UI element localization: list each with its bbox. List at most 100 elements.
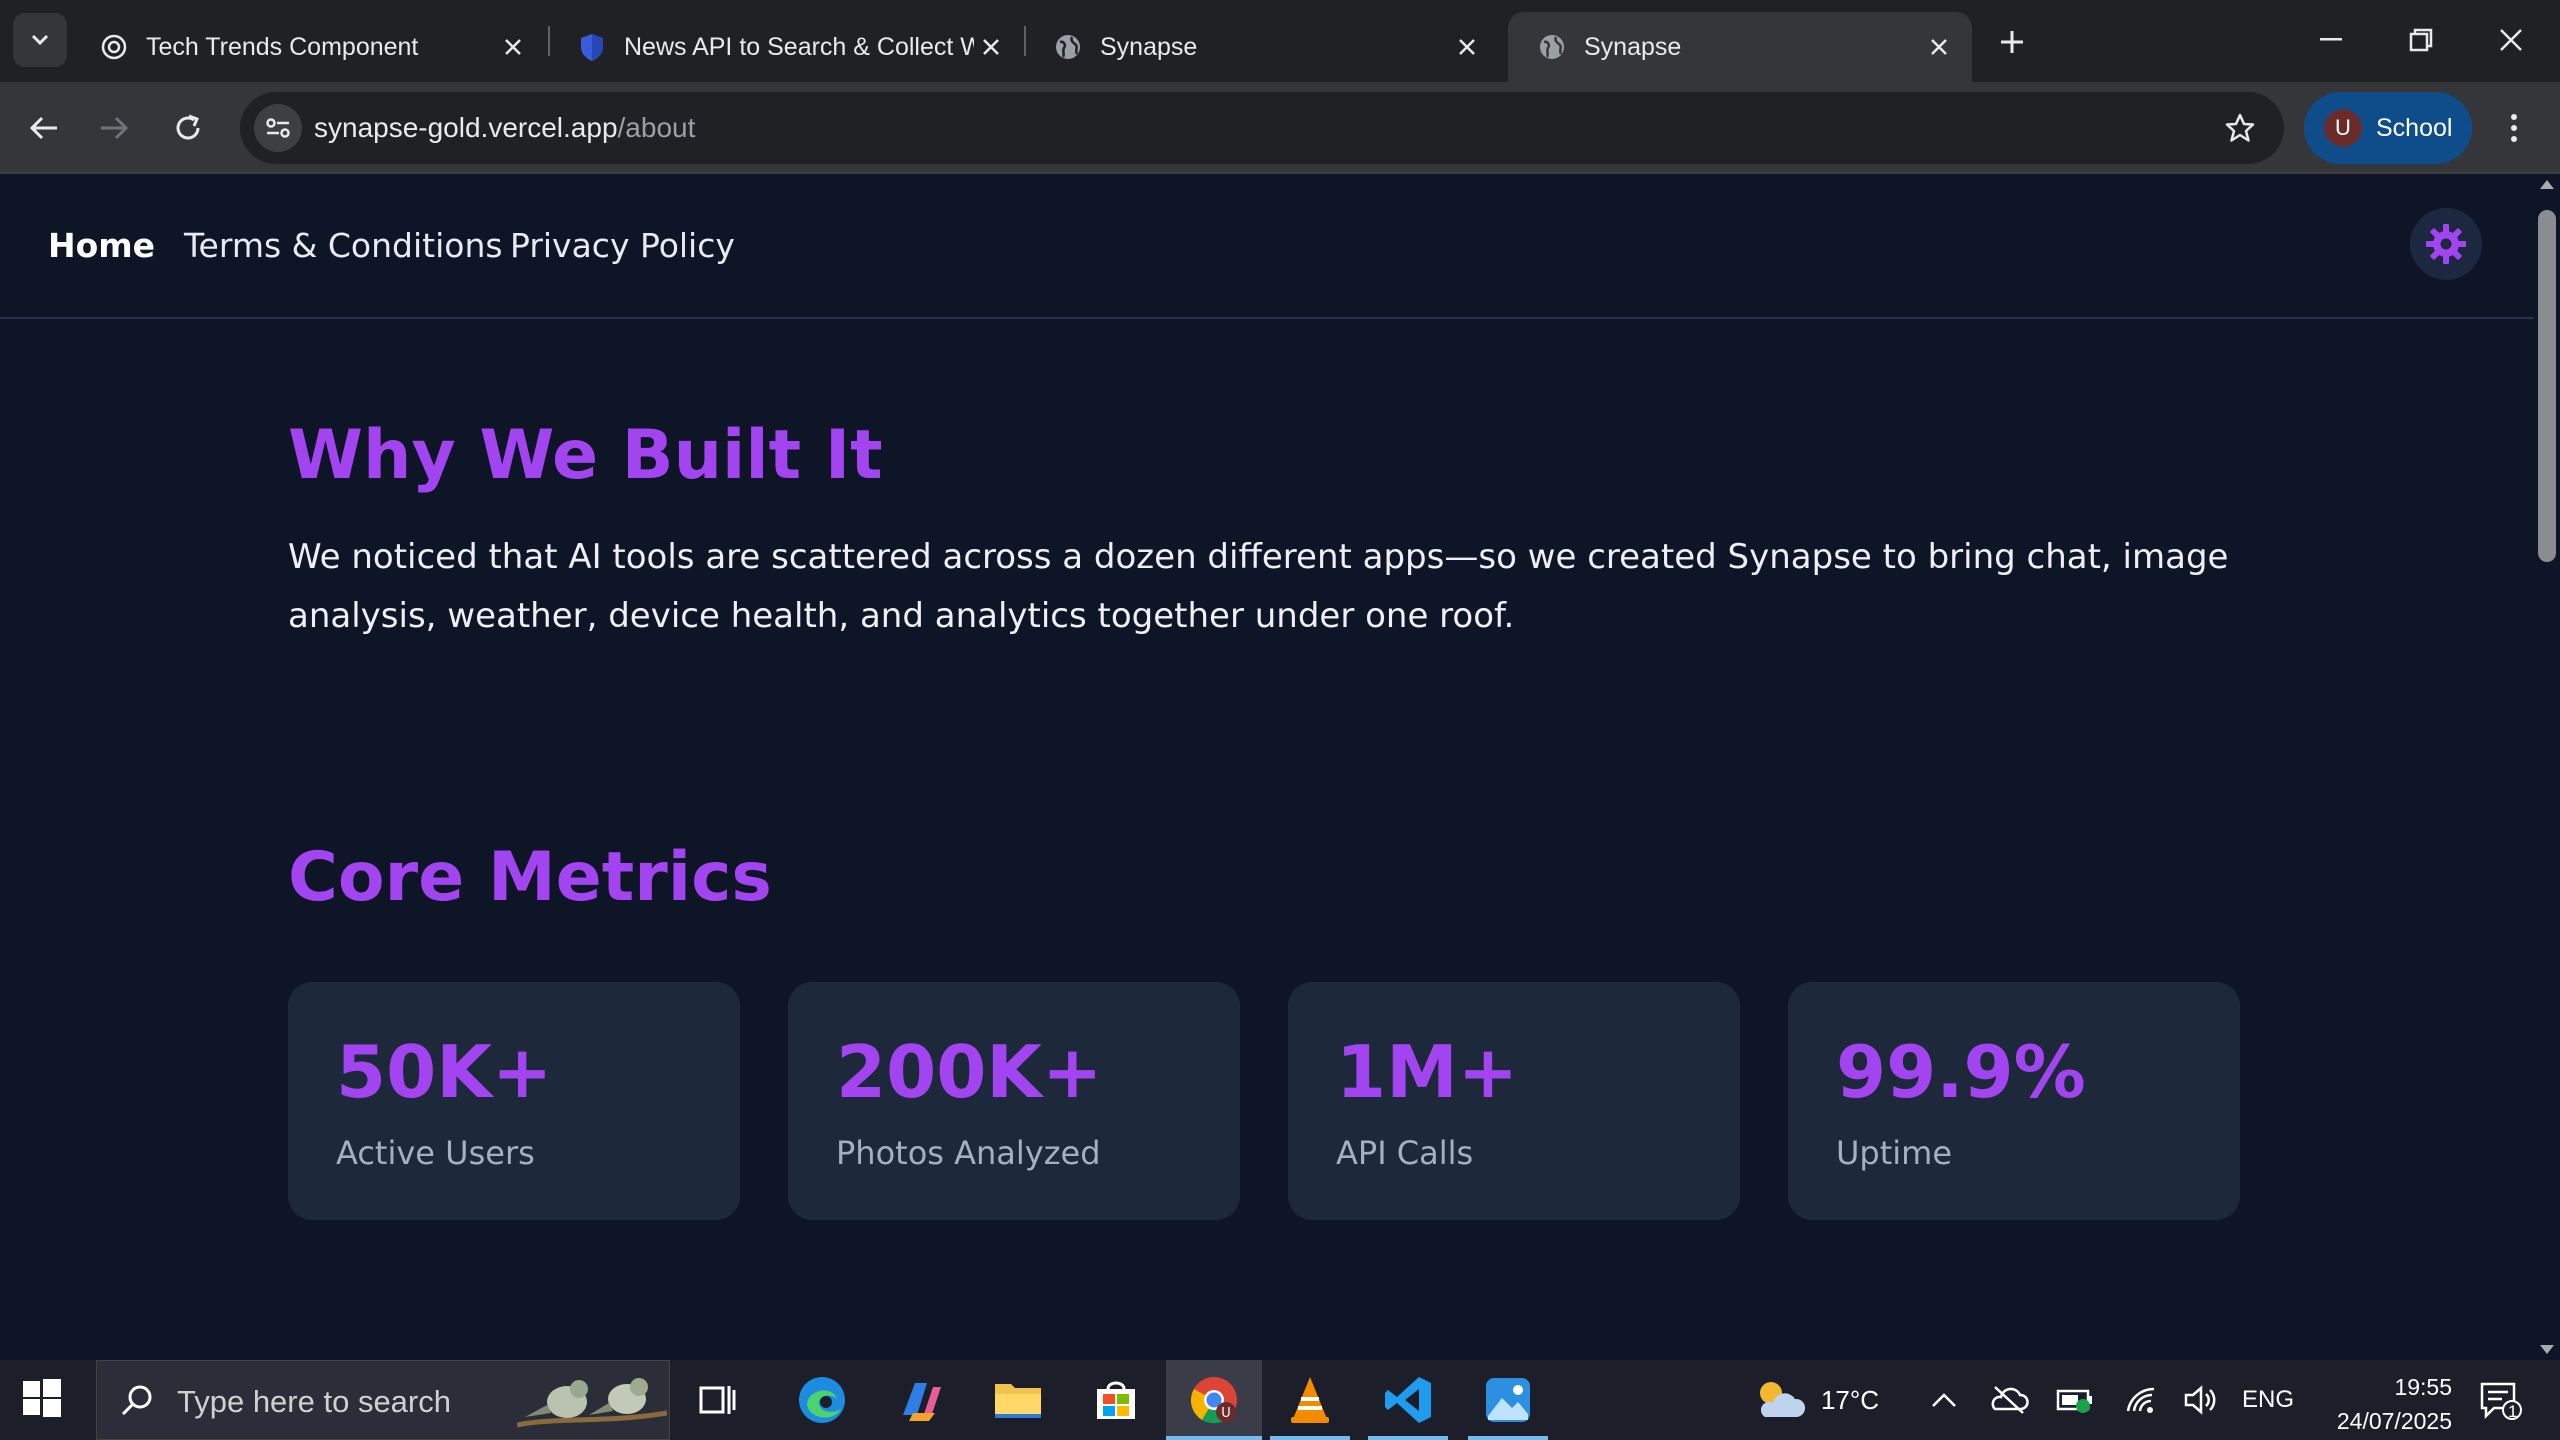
photos-app-icon[interactable] xyxy=(1480,1372,1536,1428)
globe-icon xyxy=(1054,33,1082,61)
restore-button[interactable] xyxy=(2376,10,2466,70)
metric-value: 200K+ xyxy=(836,1030,1103,1114)
bookmark-star-icon[interactable] xyxy=(2222,110,2258,146)
browser-menu-button[interactable] xyxy=(2494,104,2534,152)
site-navbar: Home Terms & Conditions Privacy Policy xyxy=(0,174,2534,319)
profile-name: School xyxy=(2376,113,2453,142)
show-hidden-icons-chevron-icon[interactable] xyxy=(1922,1360,1966,1440)
search-icon xyxy=(121,1385,152,1416)
metric-value: 1M+ xyxy=(1336,1030,1519,1114)
address-bar[interactable]: synapse-gold.vercel.app/about xyxy=(240,92,2284,164)
arrow-left-icon xyxy=(29,116,57,140)
tab-synapse-active[interactable]: Synapse xyxy=(1508,12,1972,82)
microsoft-store-icon[interactable] xyxy=(1088,1372,1144,1428)
metrics-heading: Core Metrics xyxy=(288,838,772,917)
notification-count: 1 xyxy=(2508,1402,2518,1421)
nav-terms-link[interactable]: Terms & Conditions xyxy=(184,226,503,265)
metric-card: 200K+ Photos Analyzed xyxy=(788,982,1240,1220)
file-explorer-icon[interactable] xyxy=(990,1372,1046,1428)
more-vert-icon xyxy=(2511,114,2517,142)
tab-title: Synapse xyxy=(1584,32,1682,61)
tab-synapse[interactable]: Synapse xyxy=(1024,12,1500,82)
language-indicator[interactable]: ENG xyxy=(2238,1360,2298,1440)
metric-label: Uptime xyxy=(1836,1134,1953,1172)
theme-toggle-button[interactable] xyxy=(2410,208,2482,280)
arrow-right-icon xyxy=(101,116,129,140)
tab-tech-trends[interactable]: Tech Trends Component xyxy=(70,12,546,82)
browser-toolbar: synapse-gold.vercel.app/about U School xyxy=(0,82,2560,174)
tab-search-button[interactable] xyxy=(13,13,67,67)
active-app-indicator xyxy=(1166,1436,1262,1440)
metric-value: 50K+ xyxy=(336,1030,553,1114)
weather-icon[interactable] xyxy=(1744,1360,1814,1440)
close-window-button[interactable] xyxy=(2466,10,2556,70)
shield-icon xyxy=(578,33,606,61)
battery-icon[interactable] xyxy=(2050,1360,2100,1440)
vlc-icon[interactable] xyxy=(1282,1372,1338,1428)
profile-button[interactable]: U School xyxy=(2304,92,2472,164)
tab-title: News API to Search & Collect W xyxy=(624,32,974,61)
globe-icon xyxy=(1538,33,1566,61)
nav-privacy-link[interactable]: Privacy Policy xyxy=(510,226,735,265)
url-path: /about xyxy=(617,112,696,143)
metric-card: 1M+ API Calls xyxy=(1288,982,1740,1220)
restore-icon xyxy=(2409,28,2433,52)
temperature-text: 17°C xyxy=(1820,1384,1880,1415)
windows-logo-icon xyxy=(23,1379,61,1417)
metric-value: 99.9% xyxy=(1836,1030,2086,1114)
tab-news-api[interactable]: News API to Search & Collect W xyxy=(548,12,1024,82)
copilot-icon[interactable] xyxy=(892,1372,948,1428)
close-icon[interactable] xyxy=(1922,30,1956,64)
close-icon[interactable] xyxy=(1450,30,1484,64)
close-icon xyxy=(2500,29,2522,51)
clock-date: 24/07/2025 xyxy=(2336,1408,2452,1434)
scroll-thumb[interactable] xyxy=(2538,210,2556,562)
back-button[interactable] xyxy=(20,104,68,152)
scroll-down-arrow[interactable] xyxy=(2540,1345,2554,1354)
chevron-down-icon xyxy=(31,34,49,46)
taskbar-search-box[interactable]: Type here to search xyxy=(96,1360,670,1440)
scroll-up-arrow[interactable] xyxy=(2540,180,2554,189)
minimize-button[interactable] xyxy=(2286,10,2376,70)
weather-temperature[interactable]: 17°C xyxy=(1810,1360,1890,1440)
new-tab-button[interactable] xyxy=(1990,20,2034,64)
site-settings-icon[interactable] xyxy=(254,104,302,152)
avatar: U xyxy=(2324,109,2362,147)
start-button[interactable] xyxy=(22,1378,66,1422)
vscode-icon[interactable] xyxy=(1380,1372,1436,1428)
page-scrollbar[interactable] xyxy=(2534,174,2560,1360)
network-icon[interactable] xyxy=(2116,1360,2166,1440)
url-domain: synapse-gold.vercel.app xyxy=(314,112,618,143)
search-placeholder: Type here to search xyxy=(177,1384,451,1419)
tab-title: Synapse xyxy=(1100,32,1198,61)
volume-icon[interactable] xyxy=(2176,1360,2226,1440)
nav-home-link[interactable]: Home xyxy=(48,226,155,265)
taskbar-clock[interactable]: 19:55 24/07/2025 xyxy=(2302,1370,2452,1438)
task-view-icon[interactable] xyxy=(690,1372,746,1428)
openai-icon xyxy=(100,33,128,61)
windows-taskbar: Type here to search U 17°C ENG 19:55 24/… xyxy=(0,1360,2560,1440)
forward-button[interactable] xyxy=(90,104,138,152)
clock-time: 19:55 xyxy=(2394,1374,2452,1400)
tab-title: Tech Trends Component xyxy=(146,32,419,61)
language-text: ENG xyxy=(2241,1386,2294,1413)
running-app-indicator xyxy=(1468,1436,1548,1440)
reload-button[interactable] xyxy=(164,104,212,152)
gear-icon xyxy=(2426,224,2466,264)
birds-illustration-icon xyxy=(517,1378,667,1428)
metric-label: API Calls xyxy=(1336,1134,1474,1172)
metric-card: 50K+ Active Users xyxy=(288,982,740,1220)
notifications-button[interactable]: 1 xyxy=(2470,1360,2530,1440)
reload-icon xyxy=(176,114,200,140)
metric-label: Active Users xyxy=(336,1134,535,1172)
edge-browser-icon[interactable] xyxy=(794,1372,850,1428)
chrome-icon[interactable]: U xyxy=(1186,1372,1242,1428)
close-icon[interactable] xyxy=(974,30,1008,64)
close-icon[interactable] xyxy=(496,30,530,64)
minimize-icon xyxy=(2320,38,2342,41)
plus-icon xyxy=(2001,31,2023,53)
tab-strip: Tech Trends Component News API to Search… xyxy=(0,0,2560,82)
metric-label: Photos Analyzed xyxy=(836,1134,1101,1172)
svg-text:U: U xyxy=(1221,1406,1231,1421)
onedrive-offline-icon[interactable] xyxy=(1984,1360,2034,1440)
